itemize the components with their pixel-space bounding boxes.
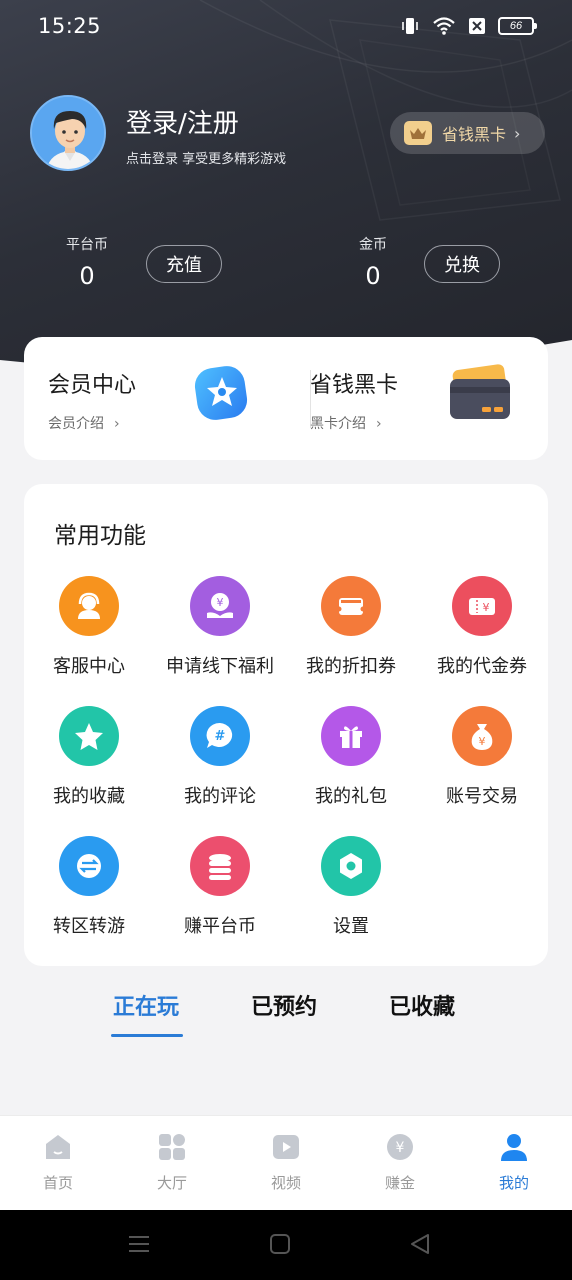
vip-card-button[interactable]: 省钱黑卡 › — [390, 112, 545, 154]
discount-coupon-item[interactable]: 我的折扣券 — [286, 576, 416, 678]
yen-coin-icon: ¥ — [387, 1134, 413, 1160]
section-title: 常用功能 — [54, 523, 146, 549]
func-label: 我的礼包 — [315, 786, 387, 807]
wifi-icon — [433, 17, 455, 35]
platform-coin-label: 平台币 — [66, 237, 108, 253]
nav-earn[interactable]: ¥ 赚金 — [360, 1132, 440, 1193]
login-profile[interactable]: 登录/注册 点击登录 享受更多精彩游戏 — [30, 95, 286, 171]
svg-text:¥: ¥ — [396, 1140, 405, 1156]
settings-icon — [321, 836, 381, 896]
tab-playing[interactable]: 正在玩 — [113, 989, 179, 1021]
back-icon[interactable] — [408, 1232, 432, 1256]
nav-hall[interactable]: 大厅 — [132, 1132, 212, 1193]
gift-icon — [321, 706, 381, 766]
nav-video[interactable]: 视频 — [246, 1132, 326, 1193]
platform-coin: 平台币 0 — [62, 234, 112, 290]
tab-favorited[interactable]: 已收藏 — [389, 989, 455, 1021]
member-center[interactable]: 会员中心 会员介绍 › — [24, 337, 286, 460]
coin-stack-icon — [190, 836, 250, 896]
earn-coin-item[interactable]: 赚平台币 — [155, 836, 285, 938]
vibrate-icon — [402, 18, 418, 34]
login-subtitle: 点击登录 享受更多精彩游戏 — [126, 152, 287, 167]
nav-label: 我的 — [498, 1174, 529, 1192]
func-label: 客服中心 — [53, 656, 125, 677]
exchange-button[interactable]: 兑换 — [424, 245, 500, 283]
nav-label: 视频 — [270, 1174, 301, 1192]
func-label: 账号交易 — [446, 786, 518, 807]
gold-coin-value: 0 — [365, 262, 381, 290]
func-label: 赚平台币 — [184, 916, 256, 937]
battery-icon: 66 — [498, 17, 537, 35]
black-card-icon — [450, 364, 510, 419]
func-label: 申请线下福利 — [166, 656, 274, 677]
crown-icon — [404, 121, 432, 145]
voucher-item[interactable]: ¥ 我的代金券 — [417, 576, 547, 678]
sim-icon — [469, 18, 485, 34]
func-label: 我的评论 — [184, 786, 256, 807]
menu-icon[interactable] — [127, 1232, 151, 1256]
user-icon — [501, 1134, 527, 1161]
discount-coupon-icon — [321, 576, 381, 636]
func-label: 设置 — [333, 916, 369, 937]
svg-text:¥: ¥ — [483, 601, 490, 614]
chevron-right-icon: › — [376, 416, 382, 432]
chevron-right-icon: › — [514, 123, 521, 143]
avatar[interactable] — [30, 95, 106, 171]
func-label: 我的代金券 — [437, 656, 527, 677]
comments-item[interactable]: # 我的评论 — [155, 706, 285, 808]
nav-mine[interactable]: 我的 — [474, 1132, 554, 1193]
system-navigation-bar — [0, 1210, 572, 1280]
battery-level: 66 — [509, 20, 523, 32]
status-bar: 15:25 66 — [0, 0, 572, 52]
active-tab-indicator — [111, 1034, 183, 1037]
account-trade-item[interactable]: ¥ 账号交易 — [417, 706, 547, 808]
star-icon — [59, 706, 119, 766]
home-icon — [46, 1135, 70, 1159]
header-background — [0, 0, 572, 380]
vip-card-section[interactable]: 省钱黑卡 黑卡介绍 › — [286, 337, 548, 460]
comment-icon: # — [190, 706, 250, 766]
bottom-navigation: 首页 大厅 视频 ¥ 赚金 我的 — [0, 1115, 572, 1210]
nav-home[interactable]: 首页 — [18, 1132, 98, 1193]
platform-coin-value: 0 — [79, 262, 95, 290]
member-intro-label: 会员介绍 — [48, 416, 104, 432]
login-title[interactable]: 登录/注册 — [126, 103, 286, 140]
nav-label: 大厅 — [156, 1174, 187, 1192]
svg-text:#: # — [215, 729, 226, 744]
gold-coin-label: 金币 — [359, 237, 387, 253]
status-time: 15:25 — [38, 14, 102, 38]
voucher-icon: ¥ — [452, 576, 512, 636]
common-functions-card: 常用功能 客服中心 ¥ 申请线下福利 我的折扣券 ¥ 我的代金券 我的收藏 # — [24, 484, 548, 966]
svg-text:¥: ¥ — [479, 735, 486, 748]
transfer-item[interactable]: 转区转游 — [24, 836, 154, 938]
welfare-icon: ¥ — [190, 576, 250, 636]
tab-reserved[interactable]: 已预约 — [251, 989, 317, 1021]
money-bag-icon: ¥ — [452, 706, 512, 766]
nav-label: 赚金 — [384, 1174, 415, 1192]
member-star-icon — [194, 366, 248, 420]
func-label: 我的折扣券 — [306, 656, 396, 677]
customer-service-icon — [59, 576, 119, 636]
home-button-icon[interactable] — [268, 1232, 292, 1256]
gold-coin: 金币 0 — [348, 234, 398, 290]
transfer-icon — [59, 836, 119, 896]
game-tabs: 正在玩 已预约 已收藏 — [0, 985, 572, 1045]
nav-label: 首页 — [42, 1174, 73, 1192]
offline-welfare-item[interactable]: ¥ 申请线下福利 — [155, 576, 285, 678]
recharge-button[interactable]: 充值 — [146, 245, 222, 283]
settings-item[interactable]: 设置 — [286, 836, 416, 938]
func-label: 我的收藏 — [53, 786, 125, 807]
member-card: 会员中心 会员介绍 › 省钱黑卡 黑卡介绍 › — [24, 337, 548, 460]
video-icon — [273, 1135, 299, 1159]
customer-service-item[interactable]: 客服中心 — [24, 576, 154, 678]
vip-card-label: 省钱黑卡 — [442, 125, 507, 144]
grid-icon — [159, 1134, 185, 1160]
svg-text:¥: ¥ — [217, 596, 224, 609]
favorites-item[interactable]: 我的收藏 — [24, 706, 154, 808]
gift-pack-item[interactable]: 我的礼包 — [286, 706, 416, 808]
vip-card-intro-label: 黑卡介绍 — [310, 416, 366, 432]
chevron-right-icon: › — [114, 416, 120, 432]
func-label: 转区转游 — [53, 916, 125, 937]
